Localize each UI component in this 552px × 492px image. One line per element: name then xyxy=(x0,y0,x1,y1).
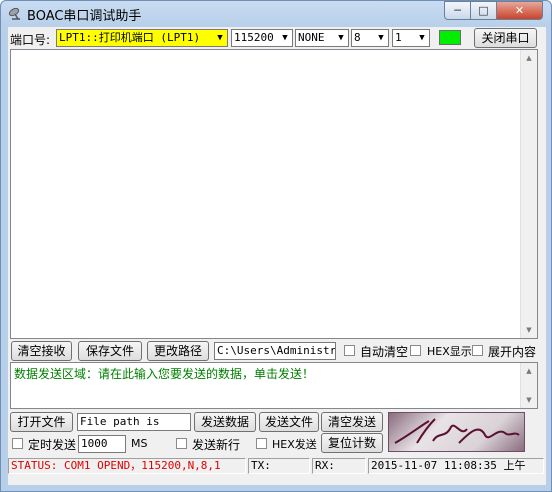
minimize-icon: ─ xyxy=(454,4,461,17)
close-icon: ✕ xyxy=(514,4,525,17)
hex-send-label: HEX发送 xyxy=(272,438,317,451)
send-textarea[interactable]: 数据发送区域：请在此输入您要发送的数据，单击发送！ ▲ ▼ xyxy=(10,362,538,409)
save-file-button[interactable]: 保存文件 xyxy=(78,341,142,361)
receive-textarea[interactable]: ▲ ▼ xyxy=(10,49,538,339)
baud-rate-value: 115200 xyxy=(234,31,274,44)
clear-receive-button[interactable]: 清空接收 xyxy=(11,341,72,361)
send-file-path-field[interactable]: File path is xyxy=(77,413,191,431)
expand-content-label: 展开内容 xyxy=(488,345,537,359)
timed-send-label: 定时发送 xyxy=(28,438,77,452)
expand-content-checkbox[interactable] xyxy=(472,345,483,356)
close-port-button[interactable]: 关闭串口 xyxy=(474,28,537,48)
port-label: 端口号: xyxy=(10,33,51,47)
datetime-display: 2015-11-07 11:08:35 上午 xyxy=(368,458,544,474)
send-scrollbar[interactable]: ▲ ▼ xyxy=(520,363,537,408)
send-area-hint: 数据发送区域：请在此输入您要发送的数据，单击发送！ xyxy=(14,367,315,381)
title-bar[interactable]: BOAC串口调试助手 ─ □ ✕ xyxy=(1,1,551,25)
chevron-down-icon: ▼ xyxy=(374,30,388,46)
change-path-button[interactable]: 更改路径 xyxy=(147,341,209,361)
receive-scrollbar[interactable]: ▲ ▼ xyxy=(520,50,537,338)
data-bits-value: 8 xyxy=(354,31,361,44)
scroll-up-icon[interactable]: ▲ xyxy=(521,363,537,379)
stop-bits-value: 1 xyxy=(395,31,402,44)
reset-count-button[interactable]: 复位计数 xyxy=(321,433,383,453)
auto-clear-label: 自动清空 xyxy=(360,345,409,359)
close-button[interactable]: ✕ xyxy=(496,1,543,20)
signature-icon xyxy=(394,418,520,444)
send-newline-label: 发送新行 xyxy=(192,438,241,452)
tx-count: TX: xyxy=(248,458,310,474)
parity-value: NONE xyxy=(298,31,325,44)
open-file-button[interactable]: 打开文件 xyxy=(10,412,73,432)
client-area: 端口号: LPT1::打印机端口 (LPT1) ▼ 115200 ▼ NONE … xyxy=(8,27,546,485)
scroll-down-icon[interactable]: ▼ xyxy=(521,392,537,408)
status-bar: STATUS: COM1 OPEND，115200,N,8,1 TX: RX: … xyxy=(8,456,546,476)
hex-send-checkbox[interactable] xyxy=(256,438,267,449)
satellite-dish-icon xyxy=(8,7,20,20)
minimize-button[interactable]: ─ xyxy=(444,1,471,20)
scroll-down-icon[interactable]: ▼ xyxy=(521,322,537,338)
scroll-up-icon[interactable]: ▲ xyxy=(521,50,537,66)
parity-select[interactable]: NONE ▼ xyxy=(295,29,349,47)
stop-bits-select[interactable]: 1 ▼ xyxy=(392,29,430,47)
timed-send-checkbox[interactable] xyxy=(12,438,23,449)
maximize-icon: □ xyxy=(478,4,489,17)
connection-status: STATUS: COM1 OPEND，115200,N,8,1 xyxy=(8,458,246,474)
port-select-value: LPT1::打印机端口 (LPT1) xyxy=(59,31,201,44)
chevron-down-icon: ▼ xyxy=(278,30,292,46)
clear-send-button[interactable]: 清空发送 xyxy=(321,412,383,432)
interval-unit-label: MS xyxy=(131,437,148,450)
send-data-button[interactable]: 发送数据 xyxy=(194,412,256,432)
maximize-button[interactable]: □ xyxy=(470,1,497,20)
port-status-indicator xyxy=(439,30,461,45)
hex-display-label: HEX显示 xyxy=(427,345,472,358)
window-title: BOAC串口调试助手 xyxy=(27,9,142,24)
send-interval-field[interactable]: 1000 xyxy=(78,435,126,453)
baud-rate-select[interactable]: 115200 ▼ xyxy=(231,29,293,47)
chevron-down-icon: ▼ xyxy=(213,30,227,46)
auto-clear-checkbox[interactable] xyxy=(344,345,355,356)
hex-display-checkbox[interactable] xyxy=(410,345,421,356)
send-newline-checkbox[interactable] xyxy=(176,438,187,449)
port-select[interactable]: LPT1::打印机端口 (LPT1) ▼ xyxy=(56,29,228,47)
save-path-field[interactable]: C:\Users\Administrat xyxy=(214,342,336,360)
data-bits-select[interactable]: 8 ▼ xyxy=(351,29,389,47)
main-window: BOAC串口调试助手 ─ □ ✕ 端口号: LPT1::打印机端口 (LPT1)… xyxy=(0,0,552,492)
chevron-down-icon: ▼ xyxy=(334,30,348,46)
chevron-down-icon: ▼ xyxy=(415,30,429,46)
signature-logo xyxy=(388,412,525,452)
send-file-button[interactable]: 发送文件 xyxy=(259,412,319,432)
rx-count: RX: xyxy=(312,458,366,474)
